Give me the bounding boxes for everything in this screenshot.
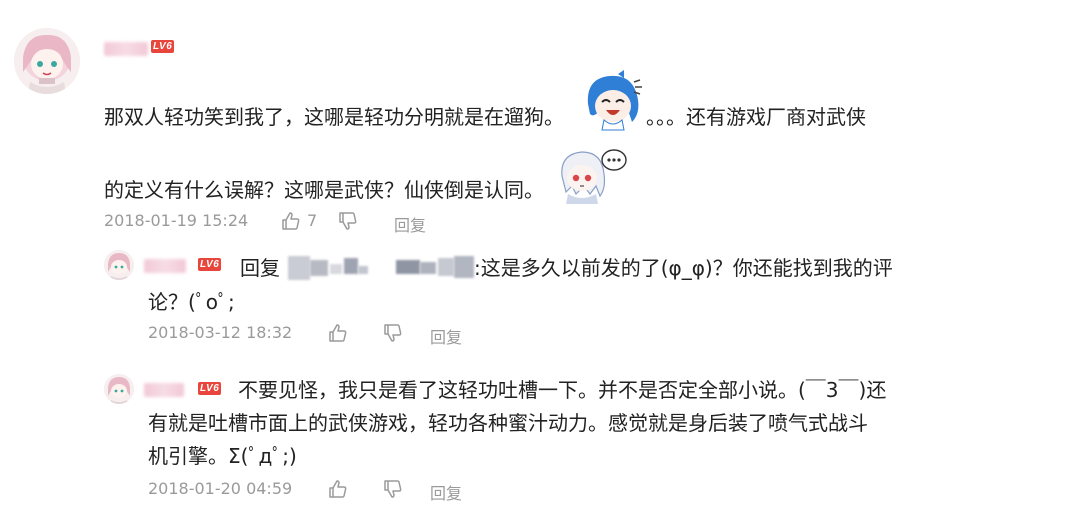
like-button[interactable]: [328, 323, 348, 347]
reply-text-line1: :这是多久以前发的了(φ_φ)？你还能找到我的评: [474, 256, 893, 280]
comment-text-line2: 的定义有什么误解？这哪是武侠？仙侠倒是认同。: [104, 178, 544, 202]
comment-timestamp: 2018-01-19 15:24: [104, 211, 249, 230]
reply-prefix: 回复: [240, 256, 280, 280]
like-count: 7: [307, 211, 318, 230]
chibi-speech-sticker: [556, 146, 628, 204]
like-button[interactable]: [328, 479, 348, 503]
dislike-button[interactable]: [383, 323, 403, 347]
mentioned-username[interactable]: [288, 256, 474, 280]
thumbs-down-icon: [383, 323, 403, 343]
thumbs-up-icon: [328, 323, 348, 343]
reply-text-line3: 机引擎。Σ(ﾟдﾟ;): [148, 444, 297, 468]
username[interactable]: [104, 42, 148, 56]
like-button[interactable]: [281, 211, 301, 235]
avatar[interactable]: [14, 28, 80, 94]
comment-text-line1b: 。。。还有游戏厂商对武侠: [646, 105, 866, 129]
dislike-button[interactable]: [338, 211, 358, 235]
reply-text-line2: 论？(ﾟoﾟ;: [148, 290, 235, 314]
reply-timestamp: 2018-03-12 18:32: [148, 323, 293, 342]
username[interactable]: [144, 259, 186, 273]
username[interactable]: [144, 383, 184, 397]
comment-text-line1a: 那双人轻功笑到我了，这哪是轻功分明就是在遛狗。: [104, 105, 564, 129]
level-badge: LV6: [198, 258, 222, 271]
thumbs-down-icon: [383, 479, 403, 499]
chibi-laugh-sticker: [580, 70, 646, 134]
reply-button[interactable]: 回复: [430, 324, 462, 348]
reply-button[interactable]: 回复: [394, 212, 426, 236]
thumbs-up-icon: [328, 479, 348, 499]
thumbs-up-icon: [281, 211, 301, 231]
level-badge: LV6: [198, 382, 222, 395]
dislike-button[interactable]: [383, 479, 403, 503]
reply-button[interactable]: 回复: [430, 480, 462, 504]
thumbs-down-icon: [338, 211, 358, 231]
avatar[interactable]: [104, 250, 134, 280]
level-badge: LV6: [151, 40, 175, 53]
reply-text-line2: 有就是吐槽市面上的武侠游戏，轻功各种蜜汁动力。感觉就是身后装了喷气式战斗: [148, 411, 868, 435]
reply-timestamp: 2018-01-20 04:59: [148, 479, 293, 498]
avatar[interactable]: [104, 374, 134, 404]
reply-text-line1: 不要见怪，我只是看了这轻功吐槽一下。并不是否定全部小说。(￣3￣)还: [238, 378, 887, 402]
